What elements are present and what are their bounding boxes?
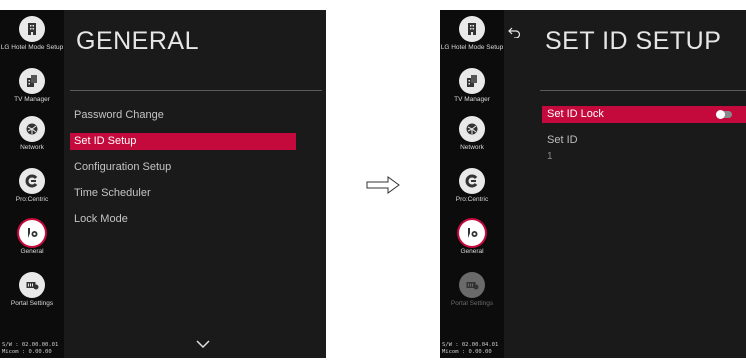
- menu-item-time-scheduler[interactable]: Time Scheduler: [70, 185, 296, 202]
- sidebar-item-tv-manager[interactable]: TV Manager: [440, 68, 504, 104]
- portal-icon: [19, 272, 45, 298]
- transition-arrow-icon: [366, 176, 400, 199]
- network-icon: [459, 116, 485, 142]
- chevron-down-icon[interactable]: [196, 336, 210, 351]
- set-id-label[interactable]: Set ID: [547, 134, 578, 146]
- general-icon: [459, 220, 485, 246]
- sidebar-item-label: TV Manager: [14, 96, 50, 103]
- sidebar: LG Hotel Mode Setup TV Manager Network P…: [440, 10, 504, 358]
- micom-version: Micom : 0.00.00: [442, 348, 492, 355]
- set-id-lock-row[interactable]: Set ID Lock: [542, 106, 746, 123]
- sidebar-item-procentric[interactable]: Pro:Centric: [0, 168, 64, 204]
- hotel-icon: [19, 16, 45, 42]
- sidebar-item-network[interactable]: Network: [440, 116, 504, 152]
- sidebar-item-label: General: [460, 248, 484, 255]
- micom-version: Micom : 0.00.00: [2, 348, 52, 355]
- general-icon: [19, 220, 45, 246]
- sidebar-item-tv-manager[interactable]: TV Manager: [0, 68, 64, 104]
- sw-version: S/W : 02.00.00.01: [2, 342, 59, 348]
- sidebar-item-label: LG Hotel Mode Setup: [440, 44, 504, 51]
- page-title: SET ID SETUP: [545, 27, 722, 55]
- network-icon: [19, 116, 45, 142]
- sidebar-item-portal-settings[interactable]: Portal Settings: [0, 272, 64, 308]
- page-title: GENERAL: [76, 27, 199, 55]
- sidebar-item-label: Network: [460, 144, 484, 151]
- menu-item-password-change[interactable]: Password Change: [70, 107, 296, 124]
- procentric-icon: [19, 168, 45, 194]
- menu-item-set-id-setup[interactable]: Set ID Setup: [70, 133, 296, 150]
- sidebar-item-general[interactable]: General: [440, 220, 504, 256]
- title-divider: [540, 90, 746, 91]
- set-id-setup-screen: LG Hotel Mode Setup TV Manager Network P…: [440, 10, 746, 358]
- sidebar: LG Hotel Mode Setup TV Manager Network P…: [0, 10, 64, 358]
- sidebar-item-hotel-mode[interactable]: LG Hotel Mode Setup: [0, 16, 64, 52]
- software-version-info: S/W : 02.00.00.01 Micom : 0.00.00: [2, 342, 58, 355]
- hotel-icon: [459, 16, 485, 42]
- sidebar-item-label: Network: [20, 144, 44, 151]
- sidebar-item-label: LG Hotel Mode Setup: [0, 44, 64, 51]
- set-id-lock-toggle[interactable]: [716, 110, 732, 119]
- sidebar-item-label: Portal Settings: [10, 300, 54, 307]
- sidebar-item-label: Pro:Centric: [455, 196, 489, 203]
- procentric-icon: [459, 168, 485, 194]
- sidebar-item-label: Pro:Centric: [15, 196, 49, 203]
- sidebar-item-label: TV Manager: [454, 96, 490, 103]
- tv-manager-icon: [19, 68, 45, 94]
- sw-version: S/W : 02.00.04.01: [442, 342, 499, 348]
- sidebar-item-portal-settings[interactable]: Portal Settings: [440, 272, 504, 308]
- back-icon[interactable]: [508, 26, 521, 41]
- toggle-knob: [716, 110, 725, 119]
- sidebar-item-general[interactable]: General: [0, 220, 64, 256]
- general-menu-screen: LG Hotel Mode Setup TV Manager Network P…: [0, 10, 326, 358]
- general-content: GENERAL Password Change Set ID Setup Con…: [64, 10, 326, 358]
- portal-icon: [459, 272, 485, 298]
- software-version-info: S/W : 02.00.04.01 Micom : 0.00.00: [442, 342, 498, 355]
- title-divider: [70, 90, 322, 91]
- menu-item-configuration-setup[interactable]: Configuration Setup: [70, 159, 296, 176]
- sidebar-item-label: Portal Settings: [450, 300, 494, 307]
- sidebar-item-hotel-mode[interactable]: LG Hotel Mode Setup: [440, 16, 504, 52]
- set-id-lock-label: Set ID Lock: [547, 108, 604, 120]
- menu-item-lock-mode[interactable]: Lock Mode: [70, 211, 296, 228]
- set-id-value: 1: [547, 151, 553, 162]
- sidebar-item-procentric[interactable]: Pro:Centric: [440, 168, 504, 204]
- tv-manager-icon: [459, 68, 485, 94]
- sidebar-item-label: General: [20, 248, 44, 255]
- sidebar-item-network[interactable]: Network: [0, 116, 64, 152]
- set-id-content: SET ID SETUP Set ID Lock Set ID 1: [504, 10, 746, 358]
